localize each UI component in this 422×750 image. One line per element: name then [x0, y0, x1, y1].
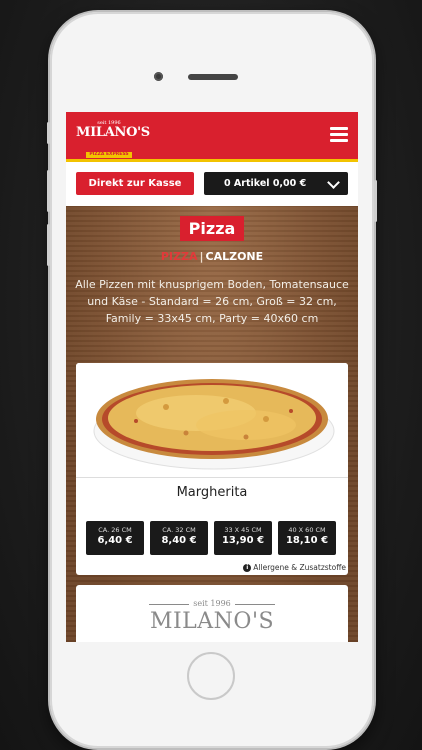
section-title: Pizza [180, 216, 244, 241]
allergens-label: Allergene & Zusatzstoffe [253, 563, 346, 572]
chevron-down-icon [327, 176, 340, 189]
checkout-button[interactable]: Direkt zur Kasse [76, 172, 194, 195]
size-price: 13,90 € [221, 535, 265, 546]
brand-name: MILANO'S [149, 609, 275, 634]
size-label: CA. 26 CM [98, 526, 132, 534]
size-button-40x60cm[interactable]: 40 X 60 CM 18,10 € [278, 521, 336, 555]
earpiece-speaker [188, 74, 238, 80]
action-bar: Direkt zur Kasse 0 Artikel 0,00 € [66, 162, 358, 206]
product-name: Margherita [176, 485, 248, 500]
size-options: CA. 26 CM 6,40 € CA. 32 CM 8,40 € 33 X 4… [86, 521, 342, 555]
logo-name: MILANO'S [76, 125, 150, 140]
app-header: seit 1996 MILANO'S PIZZA EXPRESS [66, 112, 358, 162]
brand-since: seit 1996 [193, 599, 231, 608]
category-tab-pizza[interactable]: PIZZA [161, 250, 198, 263]
cart-button[interactable]: 0 Artikel 0,00 € [204, 172, 348, 195]
allergens-link[interactable]: i Allergene & Zusatzstoffe [243, 563, 346, 572]
app-screen: seit 1996 MILANO'S PIZZA EXPRESS Direkt … [66, 112, 358, 642]
pizza-image [76, 363, 348, 478]
logo-subtitle: PIZZA EXPRESS [86, 152, 132, 158]
milanos-logo[interactable]: seit 1996 MILANO'S PIZZA EXPRESS [76, 120, 150, 158]
side-button-power [374, 180, 377, 222]
size-label: 33 X 45 CM [224, 526, 262, 534]
size-button-26cm[interactable]: CA. 26 CM 6,40 € [86, 521, 144, 555]
size-price: 8,40 € [161, 535, 197, 546]
brand-card: seit 1996 MILANO'S [76, 585, 348, 642]
section-description: Alle Pizzen mit knusprigem Boden, Tomate… [75, 278, 349, 325]
info-icon: i [243, 564, 252, 572]
milanos-brand-logo: seit 1996 MILANO'S [76, 599, 348, 635]
hamburger-menu-icon[interactable] [330, 127, 348, 143]
front-camera [154, 72, 163, 81]
cart-label: 0 Artikel 0,00 € [224, 178, 307, 189]
size-price: 18,10 € [285, 535, 329, 546]
size-label: 40 X 60 CM [288, 526, 326, 534]
size-button-32cm[interactable]: CA. 32 CM 8,40 € [150, 521, 208, 555]
side-button-volume-down [47, 224, 50, 266]
product-card: Margherita CA. 26 CM 6,40 € CA. 32 CM 8,… [76, 363, 348, 575]
size-label: CA. 32 CM [162, 526, 196, 534]
category-nav: PIZZA | CALZONE [66, 250, 358, 263]
home-button[interactable] [187, 652, 235, 700]
size-price: 6,40 € [97, 535, 133, 546]
side-button-volume-up [47, 170, 50, 212]
category-separator: | [199, 250, 204, 263]
side-button-mute [47, 122, 50, 144]
category-tab-calzone[interactable]: CALZONE [206, 250, 264, 263]
size-button-33x45cm[interactable]: 33 X 45 CM 13,90 € [214, 521, 272, 555]
